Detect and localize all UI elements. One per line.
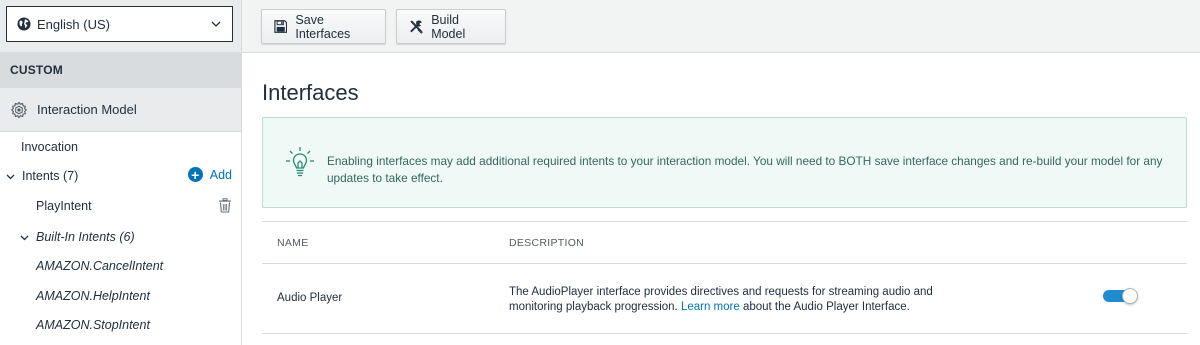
sidebar-item-label: Built-In Intents (6) (36, 230, 135, 244)
sidebar-item-playintent[interactable]: PlayIntent (0, 192, 241, 220)
learn-more-link[interactable]: Learn more (681, 301, 740, 313)
sidebar-item-intents[interactable]: Intents (7) + Add (0, 162, 241, 190)
table-row: Audio Player The AudioPlayer interface p… (262, 264, 1187, 334)
lightbulb-icon (286, 147, 314, 177)
sidebar-item-label: PlayIntent (36, 199, 92, 213)
info-message: Enabling interfaces may add additional r… (327, 154, 1163, 185)
chevron-down-icon (20, 235, 29, 240)
sidebar-item-cancel-intent[interactable]: AMAZON.CancelIntent (0, 252, 241, 280)
gear-icon (10, 101, 28, 118)
add-intent-button[interactable]: + Add (187, 167, 232, 182)
table-header: NAME DESCRIPTION (262, 221, 1187, 264)
info-alert: Enabling interfaces may add additional r… (262, 117, 1187, 208)
sidebar-item-help-intent[interactable]: AMAZON.HelpIntent (0, 282, 241, 310)
plus-circle-icon: + (187, 167, 203, 182)
sidebar-item-invocation[interactable]: Invocation (0, 133, 241, 161)
page-title: Interfaces (262, 80, 359, 105)
build-model-label: Build Model (431, 12, 466, 41)
sidebar-item-label: AMAZON.CancelIntent (36, 259, 164, 273)
sidebar-item-label: Invocation (21, 140, 78, 154)
toolbar: Save Interfaces Build Model (242, 0, 1200, 53)
save-interfaces-label: Save Interfaces (295, 12, 351, 41)
sidebar-item-label: Interaction Model (37, 102, 137, 117)
sidebar: English (US) CUSTOM Interaction Model In… (0, 0, 242, 345)
sidebar-item-label: AMAZON.HelpIntent (36, 289, 150, 303)
locale-value: English (US) (37, 16, 110, 32)
sidebar-item-interaction-model[interactable]: Interaction Model (0, 88, 241, 132)
build-model-button[interactable]: Build Model (396, 9, 506, 44)
sidebar-item-label: Intents (7) (22, 169, 79, 183)
trash-icon[interactable] (218, 198, 232, 213)
add-label: Add (209, 167, 232, 182)
interface-description: The AudioPlayer interface provides direc… (509, 285, 939, 315)
interface-name: Audio Player (277, 292, 343, 304)
chevron-down-icon (6, 174, 15, 179)
description-text-end: about the Audio Player Interface. (739, 301, 910, 313)
locale-container: English (US) (0, 0, 241, 52)
column-header-description: DESCRIPTION (509, 237, 585, 249)
audio-player-toggle[interactable] (1103, 288, 1138, 304)
sidebar-item-label: AMAZON.StopIntent (36, 318, 150, 332)
sidebar-item-builtin-intents[interactable]: Built-In Intents (6) (0, 223, 241, 251)
chevron-down-icon (211, 21, 221, 27)
sidebar-item-stop-intent[interactable]: AMAZON.StopIntent (0, 311, 241, 339)
globe-icon (17, 17, 31, 31)
column-header-name: NAME (277, 237, 309, 249)
locale-dropdown[interactable]: English (US) (6, 6, 233, 42)
main-content: Save Interfaces Build Model Interfaces E… (242, 0, 1200, 345)
toggle-knob (1122, 288, 1138, 304)
section-header-custom: CUSTOM (0, 52, 241, 88)
floppy-disk-icon (274, 20, 288, 33)
save-interfaces-button[interactable]: Save Interfaces (261, 9, 386, 44)
tools-icon (410, 20, 423, 34)
